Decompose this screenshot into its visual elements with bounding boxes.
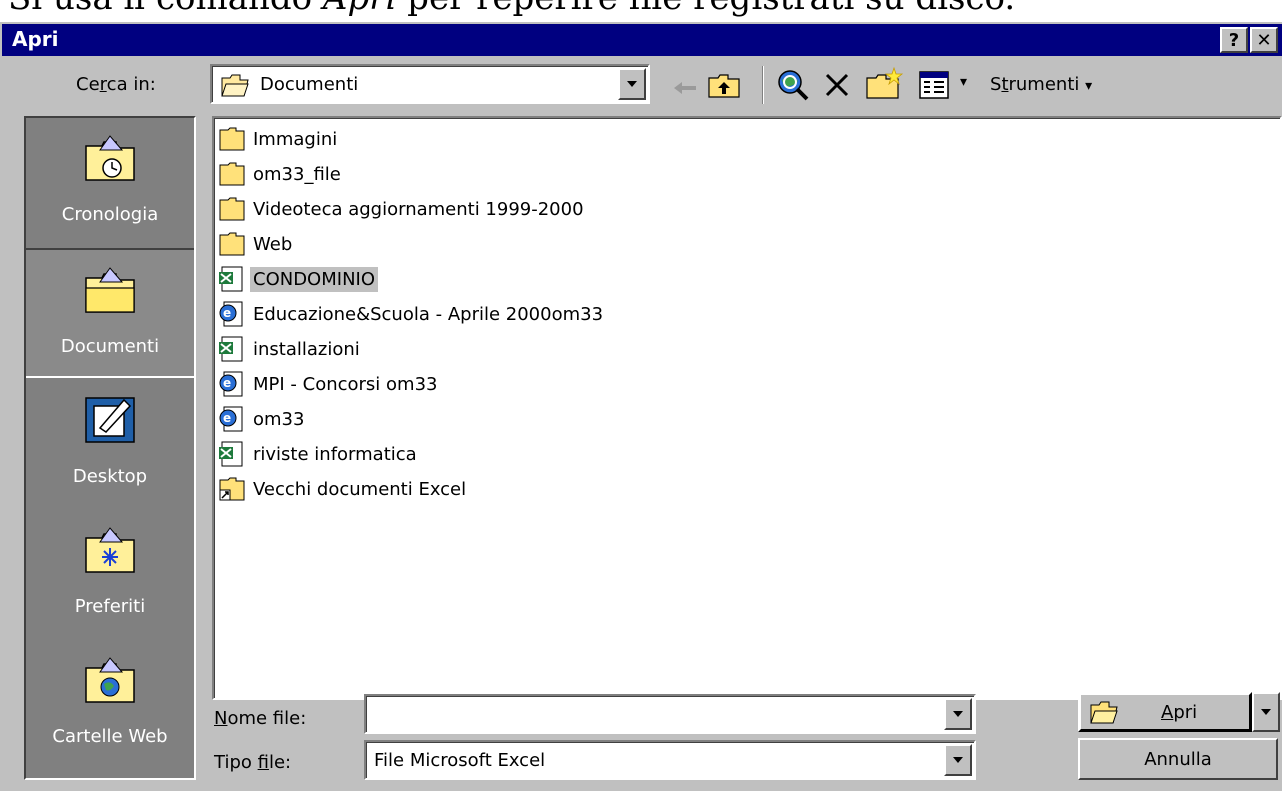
svg-text:e: e (223, 411, 231, 425)
search-web-icon[interactable] (776, 68, 810, 102)
place-label: Cartelle Web (52, 726, 168, 747)
dialog-title: Apri (12, 27, 59, 51)
web-page-icon: e (219, 301, 243, 327)
list-item[interactable]: CONDOMINIO (218, 264, 379, 294)
look-in-dropdown[interactable]: Documenti (210, 64, 650, 104)
excel-file-icon (219, 266, 243, 292)
filename-dropdown-button[interactable] (944, 698, 972, 730)
file-name: riviste informatica (253, 443, 417, 465)
folder-icon (219, 232, 245, 256)
cancel-button[interactable]: Annulla (1078, 738, 1278, 780)
svg-text:e: e (223, 306, 231, 320)
file-name: Videoteca aggiornamenti 1999-2000 (253, 198, 584, 220)
list-item[interactable]: installazioni (218, 334, 363, 364)
delete-icon[interactable] (824, 72, 850, 98)
folder-icon (219, 162, 245, 186)
list-item[interactable]: e om33 (218, 404, 307, 434)
caption-text: Si usa il comando (8, 0, 323, 18)
place-desktop[interactable]: Desktop (26, 380, 194, 510)
look-in-value: Documenti (260, 74, 359, 95)
place-web-folders[interactable]: Cartelle Web (26, 640, 194, 770)
places-bar: Cronologia Documenti Desktop Preferiti C… (24, 116, 196, 780)
place-label: Documenti (60, 336, 160, 357)
folder-icon (219, 127, 245, 151)
place-label: Desktop (72, 466, 148, 487)
chevron-down-icon (953, 711, 963, 717)
filetype-value: File Microsoft Excel (374, 750, 546, 771)
documents-folder-icon (85, 267, 135, 313)
desktop-icon (85, 397, 135, 443)
folder-icon (219, 197, 245, 221)
chevron-down-icon (1261, 709, 1271, 715)
place-label: Preferiti (74, 596, 146, 617)
file-name: installazioni (253, 338, 360, 360)
page-caption: Si usa il comando Apri per reperire file… (8, 0, 1015, 18)
open-button[interactable]: Apri (1078, 692, 1252, 732)
file-name: MPI - Concorsi om33 (253, 373, 438, 395)
filetype-dropdown[interactable]: File Microsoft Excel (364, 740, 976, 780)
look-in-label: Cerca in: (76, 74, 156, 95)
list-item[interactable]: Immagini (218, 124, 340, 154)
web-folders-icon (85, 657, 135, 703)
filename-label: Nome file: (214, 708, 307, 729)
new-folder-icon[interactable] (864, 66, 904, 102)
excel-file-icon (219, 441, 243, 467)
close-button[interactable]: ✕ (1250, 27, 1278, 53)
list-item[interactable]: Web (218, 229, 295, 259)
file-name: Web (253, 233, 293, 255)
file-name: CONDOMINIO (250, 266, 379, 292)
place-label: Cronologia (61, 204, 159, 225)
folder-open-icon (221, 74, 249, 97)
list-item[interactable]: e Educazione&Scuola - Aprile 2000om33 (218, 299, 606, 329)
filename-input[interactable] (364, 694, 976, 734)
tools-menu[interactable]: Strumenti ▾ (990, 74, 1092, 95)
place-favorites[interactable]: Preferiti (26, 510, 194, 640)
list-item[interactable]: Vecchi documenti Excel (218, 474, 469, 504)
shortcut-folder-icon (219, 477, 245, 501)
web-page-icon: e (219, 371, 243, 397)
place-documents[interactable]: Documenti (26, 248, 194, 378)
history-icon (85, 135, 135, 181)
list-item[interactable]: e MPI - Concorsi om33 (218, 369, 440, 399)
file-name: Educazione&Scuola - Aprile 2000om33 (253, 303, 604, 325)
views-dropdown-arrow[interactable]: ▾ (960, 74, 967, 90)
favorites-icon (85, 527, 135, 573)
caption-text-end: per reperire file registrati su disco. (396, 0, 1015, 18)
help-button[interactable]: ? (1220, 27, 1248, 53)
filetype-label: Tipo file: (214, 752, 292, 773)
chevron-down-icon (627, 81, 637, 87)
folder-open-icon (1090, 701, 1118, 724)
back-icon[interactable] (672, 78, 698, 98)
place-history[interactable]: Cronologia (26, 118, 194, 248)
file-name: Immagini (253, 128, 338, 150)
open-dialog: Apri ? ✕ Cerca in: Documenti ▾ Strumenti… (0, 22, 1282, 791)
list-item[interactable]: Videoteca aggiornamenti 1999-2000 (218, 194, 587, 224)
file-name: Vecchi documenti Excel (253, 478, 467, 500)
excel-file-icon (219, 336, 243, 362)
title-bar: Apri ? ✕ (2, 24, 1282, 56)
look-in-dropdown-button[interactable] (618, 68, 646, 100)
file-name: om33 (253, 408, 305, 430)
file-name: om33_file (253, 163, 341, 185)
filetype-dropdown-button[interactable] (944, 744, 972, 776)
list-item[interactable]: riviste informatica (218, 439, 420, 469)
open-options-button[interactable] (1252, 692, 1280, 732)
chevron-down-icon (953, 757, 963, 763)
list-item[interactable]: om33_file (218, 159, 344, 189)
svg-text:e: e (223, 376, 231, 390)
file-list[interactable]: Immagini om33_file Videoteca aggiornamen… (212, 116, 1282, 700)
caption-command: Apri (323, 0, 396, 18)
up-one-level-icon[interactable] (706, 70, 742, 100)
web-page-icon: e (219, 406, 243, 432)
toolbar-separator (762, 66, 764, 104)
views-icon[interactable] (918, 70, 950, 100)
